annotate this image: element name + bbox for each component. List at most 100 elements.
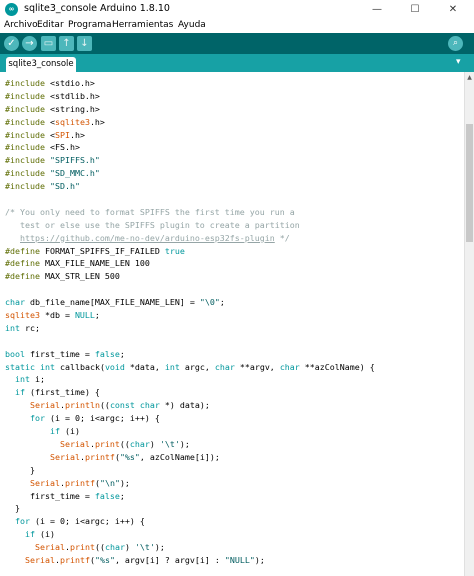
code-text[interactable]: #include <stdio.h> #include <stdlib.h> #in… [5,77,375,567]
code-token: static [5,361,35,372]
code-token: #include [5,129,50,140]
open-sketch-button[interactable]: ↑ [59,36,74,51]
code-token: "\0" [199,297,220,308]
code-line[interactable]: } [5,464,375,477]
code-token: if [24,529,35,540]
code-line[interactable]: static int callback(void *data, int argc… [5,361,375,374]
code-token: , argv[i] ? argv[i] : [114,554,225,565]
code-token: (i = 0; i<argc; i++) { [44,413,160,424]
code-line[interactable]: bool first_time = false; [5,348,375,361]
maximize-button[interactable]: ☐ [400,0,430,19]
code-line[interactable]: Serial.printf("%s", argv[i] ? argv[i] : … [5,554,375,567]
code-token: "%s" [94,554,115,565]
code-line[interactable]: Serial.print((char) '\t'); [5,541,375,554]
code-line[interactable]: if (first_time) { [5,386,375,399]
code-token: ); [119,477,130,488]
code-line[interactable]: #include <SPI.h> [5,129,375,142]
code-token: int [164,361,180,372]
code-line[interactable]: test or else use the SPIFFS plugin to cr… [5,219,375,232]
code-link[interactable]: https://github.com/me-no-dev/arduino-esp… [20,233,275,243]
code-line[interactable]: #include <string.h> [5,103,375,116]
code-token: for [15,516,30,527]
code-token: println [64,400,100,411]
title-bar: ∞ sqlite3_console Arduino 1.8.10 — ☐ ✕ [0,0,474,19]
code-token: char [279,361,300,372]
code-line[interactable]: int i; [5,373,375,386]
code-token: *data, [124,361,165,372]
menu-ayuda[interactable]: Ayuda [178,20,206,30]
vertical-scrollbar[interactable]: ▲ [464,72,474,576]
code-line[interactable]: #include <stdlib.h> [5,90,375,103]
code-line[interactable]: int rc; [5,322,375,335]
code-token: MAX_STR_LEN 500 [44,271,120,282]
code-token: #include [5,181,50,192]
window-title: sqlite3_console Arduino 1.8.10 [24,3,170,14]
code-token: ); [254,554,265,565]
code-line[interactable]: char db_file_name[MAX_FILE_NAME_LEN] = "… [5,296,375,309]
code-token: "%s" [119,451,140,462]
code-line[interactable]: https://github.com/me-no-dev/arduino-esp… [5,232,375,245]
save-sketch-button[interactable]: ↓ [77,36,92,51]
minimize-button[interactable]: — [362,0,392,19]
code-token: "SD.h" [49,181,80,192]
code-line[interactable]: Serial.printf("%s", azColName[i]); [5,451,375,464]
code-token: if [49,426,60,437]
menu-herramientas[interactable]: Herramientas [112,20,173,30]
code-token: printf [64,477,95,488]
code-editor[interactable]: #include <stdio.h> #include <stdlib.h> #in… [0,72,464,576]
code-line[interactable]: sqlite3 *db = NULL; [5,309,375,322]
code-line[interactable]: Serial.printf("\n"); [5,477,375,490]
code-line[interactable] [5,283,375,296]
code-line[interactable]: #include <sqlite3.h> [5,116,375,129]
code-line[interactable]: first_time = false; [5,490,375,503]
menu-editar[interactable]: Editar [37,20,64,30]
code-token: SPI [54,129,70,140]
code-token: (first_time) { [25,387,100,398]
upload-button[interactable]: → [22,36,37,51]
code-line[interactable] [5,193,375,206]
code-token: #include [5,168,50,179]
code-token: NULL [74,310,95,321]
code-line[interactable]: for (i = 0; i<argc; i++) { [5,412,375,425]
verify-button[interactable]: ✓ [4,36,19,51]
code-line[interactable]: #define MAX_FILE_NAME_LEN 100 [5,257,375,270]
code-line[interactable]: if (i) [5,528,375,541]
code-token: <stdlib.h> [49,90,100,101]
code-token: int [39,361,55,372]
new-sketch-button[interactable]: ▭ [41,36,56,51]
code-line[interactable]: #define FORMAT_SPIFFS_IF_FAILED true [5,245,375,258]
code-line[interactable]: #define MAX_STR_LEN 500 [5,270,375,283]
scrollbar-thumb[interactable] [466,124,473,242]
menu-programa[interactable]: Programa [68,20,112,30]
menu-archivo[interactable]: Archivo [4,20,38,30]
close-button[interactable]: ✕ [438,0,468,19]
code-line[interactable]: for (i = 0; i<argc; i++) { [5,515,375,528]
code-line[interactable]: #include "SD.h" [5,180,375,193]
code-line[interactable]: /* You only need to format SPIFFS the fi… [5,206,375,219]
code-token: ); [154,542,165,553]
code-token: char [139,400,160,411]
tab-menu-chevron-down-icon[interactable]: ▾ [456,57,461,67]
code-line[interactable]: #include "SD_MMC.h" [5,167,375,180]
code-line[interactable]: #include <stdio.h> [5,77,375,90]
tab-sqlite3-console[interactable]: sqlite3_console [6,57,76,72]
serial-monitor-icon[interactable]: ⌕ [448,36,463,51]
code-token: (( [94,542,105,553]
scroll-up-arrow-icon[interactable]: ▲ [465,74,474,82]
code-token: first_time = [24,348,95,359]
code-line[interactable]: Serial.println((const char *) data); [5,399,375,412]
code-token: , azColName[i]); [139,451,220,462]
code-line[interactable] [5,335,375,348]
code-token: /* You only need to format SPIFFS the fi… [5,206,295,217]
code-line[interactable]: #include "SPIFFS.h" [5,154,375,167]
code-token: (i) [59,426,80,437]
code-token: Serial [59,438,90,449]
code-line[interactable]: if (i) [5,425,375,438]
code-line[interactable]: Serial.print((char) '\t'); [5,438,375,451]
code-line[interactable]: #include <FS.h> [5,141,375,154]
code-line[interactable]: } [5,502,375,515]
